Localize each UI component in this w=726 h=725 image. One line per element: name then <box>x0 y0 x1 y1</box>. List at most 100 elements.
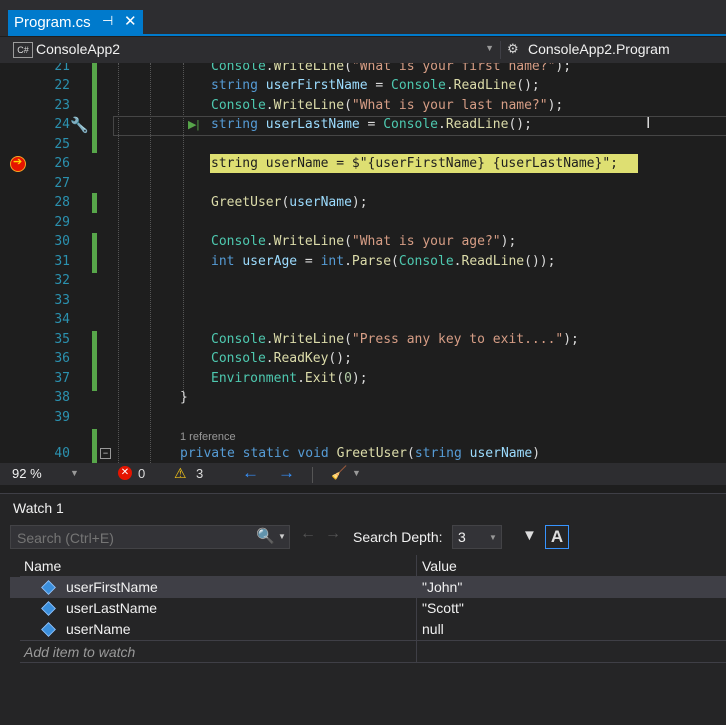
csharp-project-icon: C# <box>13 42 33 58</box>
line-number: 40 <box>54 446 70 461</box>
add-item-placeholder[interactable]: Add item to watch <box>24 644 135 660</box>
divider <box>500 41 501 59</box>
project-dropdown[interactable]: C# ConsoleApp2 ▼ <box>10 40 498 60</box>
watch-name: userLastName <box>66 600 158 616</box>
divider <box>312 467 313 483</box>
watch-row[interactable]: userName null <box>10 619 726 640</box>
code-line-36: Console.ReadKey(); <box>211 351 352 366</box>
search-input[interactable] <box>15 529 249 547</box>
class-icon: ⚙ <box>507 41 519 56</box>
line-number: 29 <box>54 215 70 230</box>
add-watch-row[interactable]: Add item to watch <box>10 641 726 662</box>
column-value-header[interactable]: Value <box>422 558 457 574</box>
code-line-26: string userName = $"{userFirstName} {use… <box>211 156 618 171</box>
project-name: ConsoleApp2 <box>36 41 121 57</box>
column-divider <box>416 641 417 662</box>
line-number: 22 <box>54 78 70 93</box>
class-dropdown[interactable]: ⚙ ConsoleApp2.Program <box>505 40 725 60</box>
chevron-down-icon[interactable]: ▼ <box>352 468 361 478</box>
code-line-22: string userFirstName = Console.ReadLine(… <box>211 78 540 93</box>
line-number: 21 <box>54 63 70 74</box>
collapse-toggle-icon[interactable]: − <box>100 448 111 459</box>
line-number: 26 <box>54 156 70 171</box>
line-number: 34 <box>54 312 70 327</box>
search-depth-dropdown[interactable]: 3 ▼ <box>452 525 502 549</box>
document-tab-strip: Program.cs ⊣ ✕ <box>0 0 726 36</box>
line-number: 23 <box>54 98 70 113</box>
warning-count[interactable]: 3 <box>196 466 203 481</box>
tab-title: Program.cs <box>14 14 91 31</box>
line-number: 31 <box>54 254 70 269</box>
variable-icon <box>41 580 56 595</box>
search-box[interactable]: 🔍 ▼ <box>10 525 290 549</box>
code-line-30: Console.WriteLine("What is your age?"); <box>211 234 517 249</box>
code-line-21: Console.WriteLine("What is your first na… <box>211 63 572 74</box>
code-cleanup-icon[interactable]: 🧹 <box>331 465 347 481</box>
watch-name: userFirstName <box>66 579 158 595</box>
chevron-down-icon: ▼ <box>485 43 494 53</box>
watch-name: userName <box>66 621 131 637</box>
watch-toolbar: 🔍 ▼ ← → Search Depth: 3 ▼ ▼ A <box>10 525 726 549</box>
codelens-references[interactable]: 1 reference <box>180 431 236 443</box>
watch-value: null <box>422 621 444 637</box>
search-icon[interactable]: 🔍 <box>256 527 275 545</box>
chevron-down-icon: ▼ <box>489 533 497 542</box>
text-size-toggle-button[interactable]: A <box>545 525 569 549</box>
line-number: 28 <box>54 195 70 210</box>
watch-title: Watch 1 <box>13 500 64 516</box>
code-line-38: } <box>180 390 188 405</box>
pin-icon[interactable]: ⊣ <box>102 13 113 29</box>
line-number: 39 <box>54 410 70 425</box>
filter-icon[interactable]: ▼ <box>522 527 537 544</box>
column-divider <box>416 598 417 619</box>
navigation-bar: C# ConsoleApp2 ▼ ⚙ ConsoleApp2.Program <box>0 37 726 64</box>
watch-row[interactable]: userFirstName "John" <box>10 577 726 598</box>
column-divider <box>416 577 417 598</box>
line-number: 33 <box>54 293 70 308</box>
code-line-40: private static void GreetUser(string use… <box>180 446 541 461</box>
column-name-header[interactable]: Name <box>24 558 61 574</box>
chevron-down-icon[interactable]: ▼ <box>278 532 286 541</box>
watch-value: "Scott" <box>422 600 464 616</box>
variable-icon <box>41 622 56 637</box>
error-count[interactable]: 0 <box>138 466 145 481</box>
divider <box>20 662 726 663</box>
grid-header: Name Value <box>10 555 726 576</box>
search-depth-value: 3 <box>458 529 466 545</box>
editor-status-bar: 92 % ▼ ✕ 0 ⚠ 3 ← → 🧹 ▼ <box>0 463 726 485</box>
watch-row[interactable]: userLastName "Scott" <box>10 598 726 619</box>
line-number: 24 <box>54 117 70 132</box>
class-name: ConsoleApp2.Program <box>528 41 670 57</box>
navigate-back-icon[interactable]: ← <box>242 463 259 483</box>
watch-window: Watch 1 🔍 ▼ ← → Search Depth: 3 ▼ ▼ A Na… <box>0 493 726 725</box>
zoom-level[interactable]: 92 % <box>12 466 42 481</box>
navigate-forward-icon[interactable]: → <box>278 463 295 483</box>
column-divider <box>416 619 417 640</box>
search-previous-icon[interactable]: ← <box>300 525 316 543</box>
warning-icon[interactable]: ⚠ <box>174 465 187 482</box>
search-depth-label: Search Depth: <box>353 529 443 545</box>
line-number: 37 <box>54 371 70 386</box>
chevron-down-icon[interactable]: ▼ <box>70 468 79 478</box>
code-editor[interactable]: ➔ 🔧 ▶| I 21 22 23 24 25 26 27 28 29 30 3… <box>0 63 726 463</box>
line-number: 38 <box>54 390 70 405</box>
line-number: 32 <box>54 273 70 288</box>
line-number: 35 <box>54 332 70 347</box>
watch-value: "John" <box>422 579 463 595</box>
tab-program-cs[interactable]: Program.cs ⊣ ✕ <box>8 10 143 36</box>
code-line-37: Environment.Exit(0); <box>211 371 368 386</box>
line-number: 36 <box>54 351 70 366</box>
code-line-31: int userAge = int.Parse(Console.ReadLine… <box>211 254 556 269</box>
tab-underline <box>8 34 726 36</box>
code-line-23: Console.WriteLine("What is your last nam… <box>211 98 564 113</box>
line-number: 25 <box>54 137 70 152</box>
code-line-28: GreetUser(userName); <box>211 195 368 210</box>
code-line-24: string userLastName = Console.ReadLine()… <box>211 117 532 132</box>
search-next-icon[interactable]: → <box>325 525 341 543</box>
variable-icon <box>41 601 56 616</box>
error-icon[interactable]: ✕ <box>118 466 132 480</box>
code-line-35: Console.WriteLine("Press any key to exit… <box>211 332 579 347</box>
close-icon[interactable]: ✕ <box>124 12 137 30</box>
line-number: 30 <box>54 234 70 249</box>
column-divider[interactable] <box>416 555 417 576</box>
